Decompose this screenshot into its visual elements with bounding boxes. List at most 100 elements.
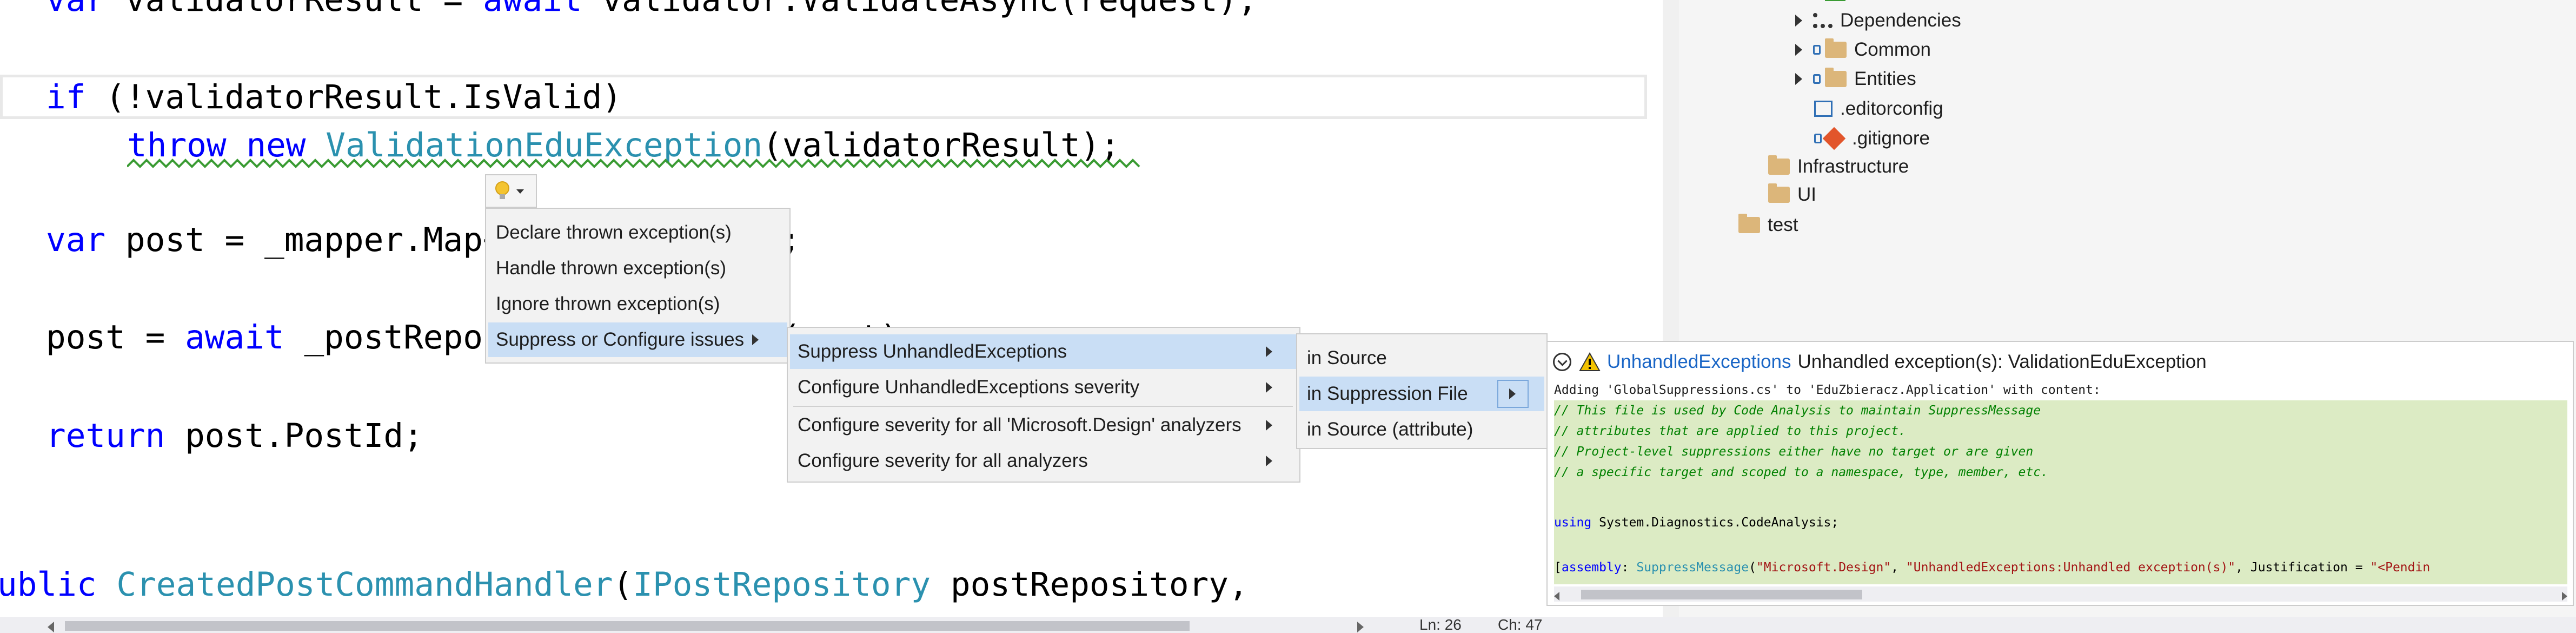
tree-item-label: Infrastructure — [1797, 156, 1909, 177]
preview-comment-line: // a specific target and scoped to a nam… — [1554, 465, 2048, 479]
submenu-arrow-icon — [1266, 456, 1272, 466]
scroll-right-icon[interactable] — [2562, 592, 2567, 601]
folder-icon — [1825, 68, 1847, 87]
tree-item-label: test — [1768, 214, 1798, 235]
line-indicator[interactable]: Ln: 26 — [1419, 617, 1462, 633]
collapse-chevron-icon[interactable] — [1553, 353, 1571, 371]
code-editor[interactable]: var validatorResult = await validator.Va… — [0, 0, 1663, 617]
tree-item[interactable]: UI — [1768, 181, 1816, 209]
tree-item[interactable]: Entities — [1795, 65, 1916, 93]
tree-item[interactable]: Infrastructure — [1768, 153, 1909, 181]
node-icon-partial — [1825, 0, 1845, 1]
code-token: validator.ValidateAsync(request); — [602, 0, 1257, 19]
tree-item[interactable]: .gitignore — [1814, 124, 1930, 153]
tree-item[interactable]: Common — [1795, 36, 1931, 64]
menu-item-label: Declare thrown exception(s) — [496, 222, 732, 243]
tree-item-label: Entities — [1854, 68, 1916, 89]
menu-item[interactable]: Suppress UnhandledExceptions — [790, 334, 1297, 369]
menu-separator — [793, 406, 1293, 407]
preview-header: UnhandledExceptions Unhandled exception(… — [1553, 348, 2207, 375]
menu-item-label: Configure severity for all analyzers — [798, 450, 1088, 471]
code-token: ( — [613, 565, 633, 604]
submenu-arrow-icon — [1266, 346, 1272, 357]
editor-hscroll-thumb[interactable] — [65, 621, 1190, 631]
code-line[interactable]: if (!validatorResult.IsValid) — [46, 78, 622, 117]
preview-comment-line: // attributes that are applied to this p… — [1554, 424, 1906, 438]
preview-adding-line: Adding 'GlobalSuppressions.cs' to 'EduZb… — [1554, 383, 2101, 397]
lock-icon — [1814, 134, 1822, 143]
code-token: ublic — [0, 565, 117, 604]
menu-item[interactable]: in Source — [1299, 341, 1544, 375]
code-line[interactable]: ublic CreatedPostCommandHandler(IPostRep… — [0, 565, 1249, 604]
tree-item-label: Common — [1854, 39, 1931, 60]
rule-message: Unhandled exception(s): ValidationEduExc… — [1797, 351, 2207, 372]
expand-arrow-icon[interactable] — [1795, 15, 1802, 27]
code-token: return — [46, 417, 185, 455]
menu-item[interactable]: Suppress or Configure issues — [488, 322, 787, 357]
error-squiggle — [127, 159, 1140, 168]
code-line[interactable]: var validatorResult = await validator.Va… — [46, 0, 1257, 19]
git-icon — [1822, 127, 1846, 150]
suppression-location-submenu: in Source in Suppression File in Source (a… — [1296, 333, 1548, 449]
scroll-left-icon[interactable] — [1554, 592, 1559, 601]
code-token: var — [46, 221, 125, 259]
code-token: (!validatorResult.IsValid) — [105, 78, 622, 116]
editor-scroll-left-icon[interactable] — [48, 622, 54, 632]
menu-item-label: Ignore thrown exception(s) — [496, 293, 720, 314]
submenu-arrow-icon — [1266, 420, 1272, 431]
menu-item-label: Configure UnhandledExceptions severity — [798, 377, 1140, 398]
code-token: IPostRepository — [633, 565, 931, 604]
menu-item-label: in Source — [1307, 347, 1387, 368]
editor-scroll-right-icon[interactable] — [1357, 622, 1364, 632]
suppression-preview-pane: UnhandledExceptions Unhandled exception(… — [1546, 341, 2574, 606]
suppress-submenu: Suppress UnhandledExceptions Configure Un… — [787, 327, 1300, 483]
lock-icon — [1813, 45, 1821, 55]
code-token: postRepository, — [931, 565, 1249, 604]
tree-item[interactable]: test — [1738, 211, 1798, 239]
submenu-box-icon — [1497, 380, 1529, 408]
menu-item-label: in Suppression File — [1307, 383, 1468, 404]
code-token: validatorResult = — [125, 0, 483, 19]
submenu-arrow-icon — [1266, 382, 1272, 393]
preview-hscroll[interactable] — [1554, 586, 2567, 602]
menu-item[interactable]: Handle thrown exception(s) — [488, 251, 787, 286]
code-token: await — [483, 0, 602, 19]
code-token: var — [46, 0, 125, 19]
preview-attribute-line: [assembly: SuppressMessage("Microsoft.De… — [1554, 561, 2431, 575]
code-token: await — [185, 318, 304, 357]
code-line[interactable]: return post.PostId; — [46, 417, 423, 456]
code-token: post.PostId; — [185, 417, 423, 455]
menu-item[interactable]: Configure severity for all analyzers — [790, 444, 1297, 478]
tree-item-label: Dependencies — [1840, 10, 1961, 31]
tree-item[interactable]: Dependencies — [1795, 6, 1961, 35]
column-indicator[interactable]: Ch: 47 — [1498, 617, 1543, 633]
warning-icon — [1579, 352, 1601, 371]
folder-icon — [1768, 155, 1790, 175]
menu-item-label: Configure severity for all 'Microsoft.De… — [798, 414, 1241, 436]
tree-item[interactable]: .editorconfig — [1814, 95, 1943, 123]
editorconfig-icon — [1814, 101, 1833, 117]
lock-icon — [1813, 74, 1821, 84]
menu-item[interactable]: Ignore thrown exception(s) — [488, 287, 787, 321]
preview-using-line: using System.Diagnostics.CodeAnalysis; — [1554, 516, 1839, 530]
tree-item-label: UI — [1797, 184, 1816, 205]
quick-actions-lightbulb[interactable] — [485, 174, 537, 208]
dependencies-icon — [1813, 13, 1833, 28]
menu-item[interactable]: Declare thrown exception(s) — [488, 215, 787, 250]
preview-hscroll-thumb[interactable] — [1581, 590, 1862, 599]
rule-id-link[interactable]: UnhandledExceptions — [1607, 351, 1791, 373]
tree-item-label: .editorconfig — [1840, 98, 1943, 119]
expand-arrow-icon[interactable] — [1795, 73, 1802, 85]
menu-item[interactable]: in Source (attribute) — [1299, 412, 1544, 447]
lightbulb-icon — [495, 181, 524, 199]
preview-comment-line: // This file is used by Code Analysis to… — [1554, 404, 2041, 418]
menu-item[interactable]: Configure severity for all 'Microsoft.De… — [790, 408, 1297, 443]
tree-item-label: .gitignore — [1852, 128, 1930, 149]
menu-item[interactable]: Configure UnhandledExceptions severity — [790, 370, 1297, 405]
expand-arrow-icon[interactable] — [1795, 44, 1802, 56]
menu-item-label: in Source (attribute) — [1307, 419, 1473, 440]
quick-actions-menu: Declare thrown exception(s) Handle thrown… — [485, 208, 791, 364]
folder-icon — [1738, 214, 1760, 233]
submenu-arrow-icon — [752, 334, 759, 345]
folder-icon — [1825, 38, 1847, 58]
